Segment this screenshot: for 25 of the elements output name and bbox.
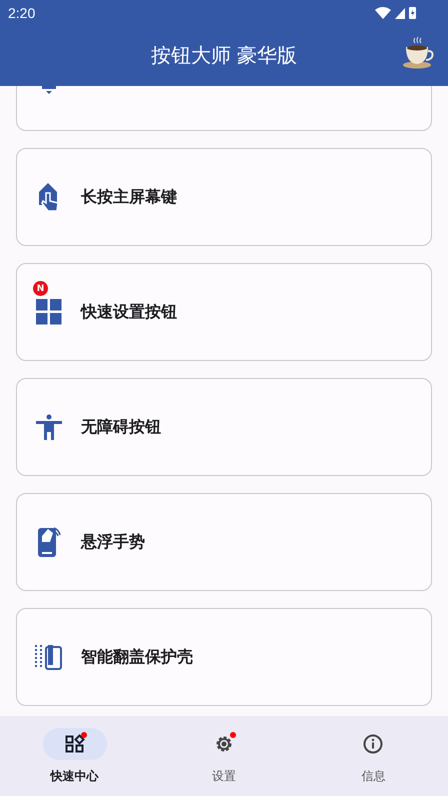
status-icons — [375, 6, 417, 20]
feature-card[interactable]: 悬浮手势 — [16, 493, 432, 591]
settings-icon — [214, 734, 234, 754]
nav-tab[interactable]: 信息 — [298, 716, 448, 796]
phone-hand-icon — [37, 526, 61, 558]
info-icon — [363, 734, 384, 754]
app-title: 按钮大师 豪华版 — [150, 42, 298, 69]
card-label: 无障碍按钮 — [81, 416, 161, 438]
card-label: 智能翻盖保护壳 — [81, 646, 193, 668]
flip-cover-icon — [35, 644, 63, 670]
feature-card[interactable]: 长按主屏幕键 — [16, 148, 432, 246]
card-label: 长按主屏幕键 — [81, 186, 177, 208]
card-label: 悬浮手势 — [81, 532, 145, 552]
feature-card[interactable]: 无障碍按钮 — [16, 378, 432, 476]
card-label: 快速设置按钮 — [81, 302, 177, 322]
new-badge: N — [33, 281, 48, 296]
coffee-cup-icon[interactable] — [402, 36, 436, 70]
nav-tab[interactable]: 设置 — [149, 716, 299, 796]
widgets-icon — [64, 734, 85, 754]
feature-card[interactable]: N 快速设置按钮 — [16, 263, 432, 361]
status-time: 2:20 — [8, 4, 36, 20]
feature-card[interactable]: 智能翻盖保护壳 — [16, 608, 432, 706]
nav-tab[interactable]: 快速中心 — [0, 716, 150, 796]
person-icon — [36, 414, 62, 440]
grid-icon — [36, 299, 62, 325]
